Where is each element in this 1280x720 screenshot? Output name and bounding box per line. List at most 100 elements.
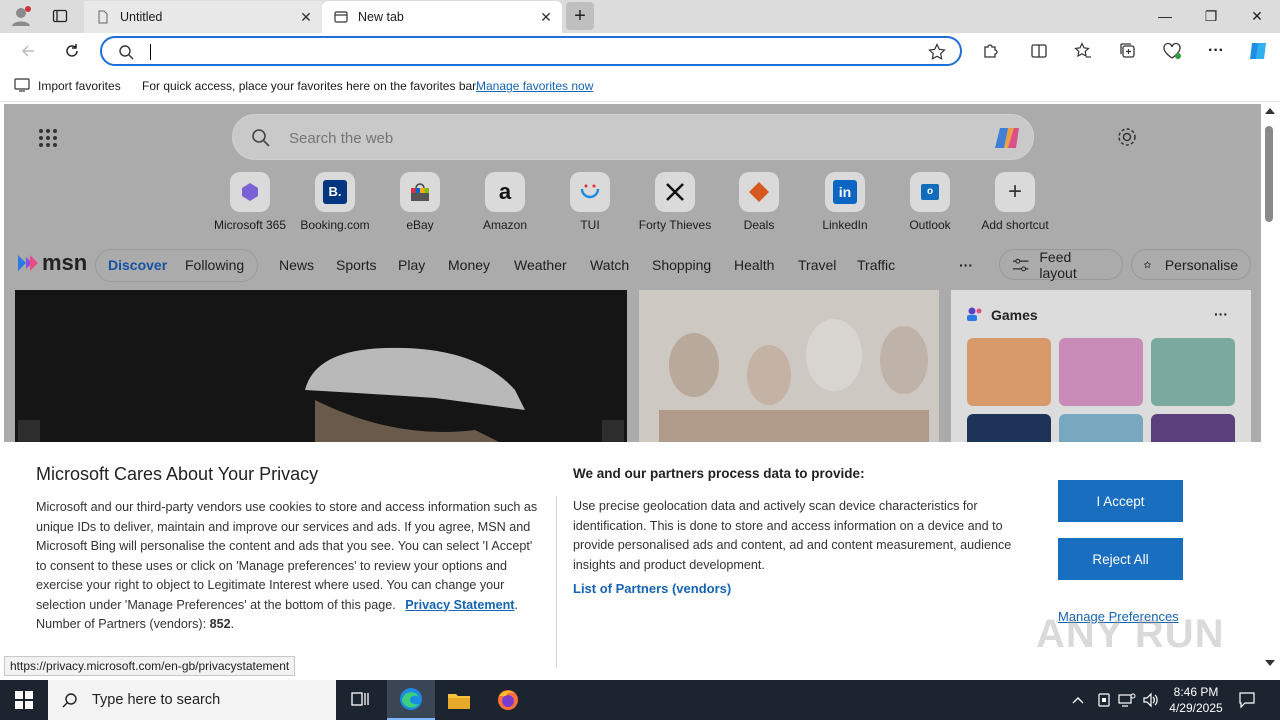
refresh-button[interactable] bbox=[56, 36, 88, 66]
divider bbox=[556, 496, 557, 668]
shortcut-microsoft-365[interactable]: Microsoft 365 bbox=[207, 172, 293, 232]
web-search-box[interactable] bbox=[232, 114, 1034, 160]
restore-button[interactable]: ❐ bbox=[1188, 0, 1234, 32]
shortcut-label: Microsoft 365 bbox=[213, 218, 287, 232]
folder-icon bbox=[448, 694, 470, 709]
shortcut-booking[interactable]: B. Booking.com bbox=[292, 172, 378, 232]
close-tab-icon[interactable]: ✕ bbox=[538, 9, 554, 25]
tab-new-tab[interactable]: New tab ✕ bbox=[322, 1, 562, 33]
list-of-partners-link[interactable]: List of Partners (vendors) bbox=[573, 581, 731, 596]
scroll-up-arrow[interactable] bbox=[1265, 108, 1275, 114]
collections-button[interactable] bbox=[1112, 36, 1144, 66]
feed-layout-button[interactable]: Feed layout bbox=[999, 249, 1123, 281]
browser-essentials-button[interactable] bbox=[1156, 36, 1188, 66]
settings-and-more-button[interactable]: ··· bbox=[1200, 36, 1232, 66]
search-icon bbox=[119, 45, 134, 60]
shortcut-amazon[interactable]: a Amazon bbox=[462, 172, 548, 232]
device-tray-icon[interactable] bbox=[1096, 692, 1112, 708]
import-favorites-button[interactable]: Import favorites bbox=[38, 79, 121, 93]
secondary-story-card[interactable] bbox=[639, 290, 939, 450]
accept-button[interactable]: I Accept bbox=[1058, 480, 1183, 522]
shortcut-ebay[interactable]: eBay bbox=[377, 172, 463, 232]
network-icon[interactable] bbox=[1118, 692, 1136, 708]
back-button[interactable] bbox=[12, 36, 44, 66]
manage-favorites-link[interactable]: Manage favorites now bbox=[476, 79, 593, 93]
notification-icon bbox=[1239, 692, 1255, 709]
new-tab-page-icon bbox=[334, 11, 348, 23]
msn-butterfly-icon bbox=[18, 255, 38, 271]
games-more-button[interactable]: ··· bbox=[1214, 306, 1228, 322]
taskbar-search-box[interactable]: Type here to search bbox=[48, 680, 336, 720]
privacy-title: Microsoft Cares About Your Privacy bbox=[36, 464, 319, 484]
nav-sports[interactable]: Sports bbox=[336, 257, 376, 273]
address-input[interactable] bbox=[150, 42, 910, 62]
page-settings-icon[interactable] bbox=[1116, 126, 1138, 148]
personalise-button[interactable]: Personalise bbox=[1131, 249, 1251, 280]
collections-icon bbox=[1120, 43, 1135, 58]
extensions-button[interactable] bbox=[975, 36, 1007, 66]
notifications-button[interactable] bbox=[1238, 691, 1256, 709]
favorites-star-list-icon bbox=[1074, 42, 1091, 58]
nav-weather[interactable]: Weather bbox=[514, 257, 567, 273]
navigation-toolbar: ··· bbox=[0, 33, 1280, 69]
shortcut-deals[interactable]: Deals bbox=[716, 172, 802, 232]
task-view-icon bbox=[351, 692, 369, 706]
games-panel: Games ··· bbox=[951, 290, 1251, 450]
hero-story-card[interactable] bbox=[15, 290, 627, 450]
start-button[interactable] bbox=[0, 680, 48, 720]
tab-untitled[interactable]: Untitled ✕ bbox=[84, 1, 322, 33]
task-view-button[interactable] bbox=[336, 680, 384, 720]
nav-play[interactable]: Play bbox=[398, 257, 425, 273]
nav-health[interactable]: Health bbox=[734, 257, 774, 273]
show-hidden-icons-button[interactable] bbox=[1070, 692, 1086, 708]
taskbar-edge[interactable] bbox=[387, 680, 435, 720]
new-tab-button[interactable]: + bbox=[566, 2, 594, 30]
nav-money[interactable]: Money bbox=[448, 257, 490, 273]
close-tab-icon[interactable]: ✕ bbox=[298, 9, 314, 25]
favorites-button[interactable] bbox=[1067, 36, 1099, 66]
nav-shopping[interactable]: Shopping bbox=[652, 257, 711, 273]
import-favorites-icon bbox=[14, 78, 30, 92]
nav-watch[interactable]: Watch bbox=[590, 257, 629, 273]
split-screen-button[interactable] bbox=[1023, 36, 1055, 66]
shortcut-forty-thieves[interactable]: Forty Thieves bbox=[632, 172, 718, 232]
system-clock[interactable]: 8:46 PM 4/29/2025 bbox=[1168, 684, 1224, 716]
msn-logo[interactable]: msn bbox=[16, 250, 87, 276]
scrollbar-thumb[interactable] bbox=[1265, 126, 1273, 222]
reject-all-button[interactable]: Reject All bbox=[1058, 538, 1183, 580]
shortcut-label: Forty Thieves bbox=[638, 218, 712, 232]
nav-travel[interactable]: Travel bbox=[798, 257, 836, 273]
game-thumbnail[interactable] bbox=[1151, 338, 1235, 406]
tab-discover[interactable]: Discover bbox=[108, 257, 167, 273]
clock-time: 8:46 PM bbox=[1173, 685, 1219, 699]
volume-icon[interactable] bbox=[1142, 692, 1160, 708]
shortcut-outlook[interactable]: o Outlook bbox=[887, 172, 973, 232]
status-bar-url: https://privacy.microsoft.com/en-gb/priv… bbox=[4, 656, 296, 676]
favorite-star-icon[interactable] bbox=[928, 43, 946, 61]
tab-actions-icon[interactable] bbox=[52, 8, 68, 24]
web-search-input[interactable] bbox=[289, 127, 929, 149]
address-bar[interactable] bbox=[100, 36, 962, 66]
tab-following[interactable]: Following bbox=[185, 257, 244, 273]
profile-avatar-icon[interactable] bbox=[10, 5, 32, 27]
scroll-down-arrow[interactable] bbox=[1265, 660, 1275, 666]
game-thumbnail[interactable] bbox=[967, 338, 1051, 406]
game-thumbnail[interactable] bbox=[1059, 338, 1143, 406]
shortcut-add[interactable]: + Add shortcut bbox=[972, 172, 1058, 232]
taskbar-firefox[interactable] bbox=[484, 680, 532, 720]
taskbar-file-explorer[interactable] bbox=[435, 680, 483, 720]
privacy-statement-link[interactable]: Privacy Statement bbox=[405, 598, 514, 612]
nav-more-button[interactable]: ··· bbox=[959, 257, 973, 273]
close-window-button[interactable]: ✕ bbox=[1234, 0, 1280, 32]
shortcut-linkedin[interactable]: in LinkedIn bbox=[802, 172, 888, 232]
nav-traffic[interactable]: Traffic bbox=[857, 257, 895, 273]
period: . bbox=[514, 597, 518, 612]
story-image bbox=[639, 290, 939, 450]
copilot-icon[interactable] bbox=[993, 123, 1023, 153]
apps-launcher-icon[interactable] bbox=[38, 128, 58, 148]
shortcut-tui[interactable]: TUI bbox=[547, 172, 633, 232]
nav-news[interactable]: News bbox=[279, 257, 314, 273]
copilot-button[interactable] bbox=[1242, 36, 1274, 66]
minimize-button[interactable]: — bbox=[1142, 0, 1188, 32]
page-scrollbar[interactable] bbox=[1261, 104, 1280, 676]
